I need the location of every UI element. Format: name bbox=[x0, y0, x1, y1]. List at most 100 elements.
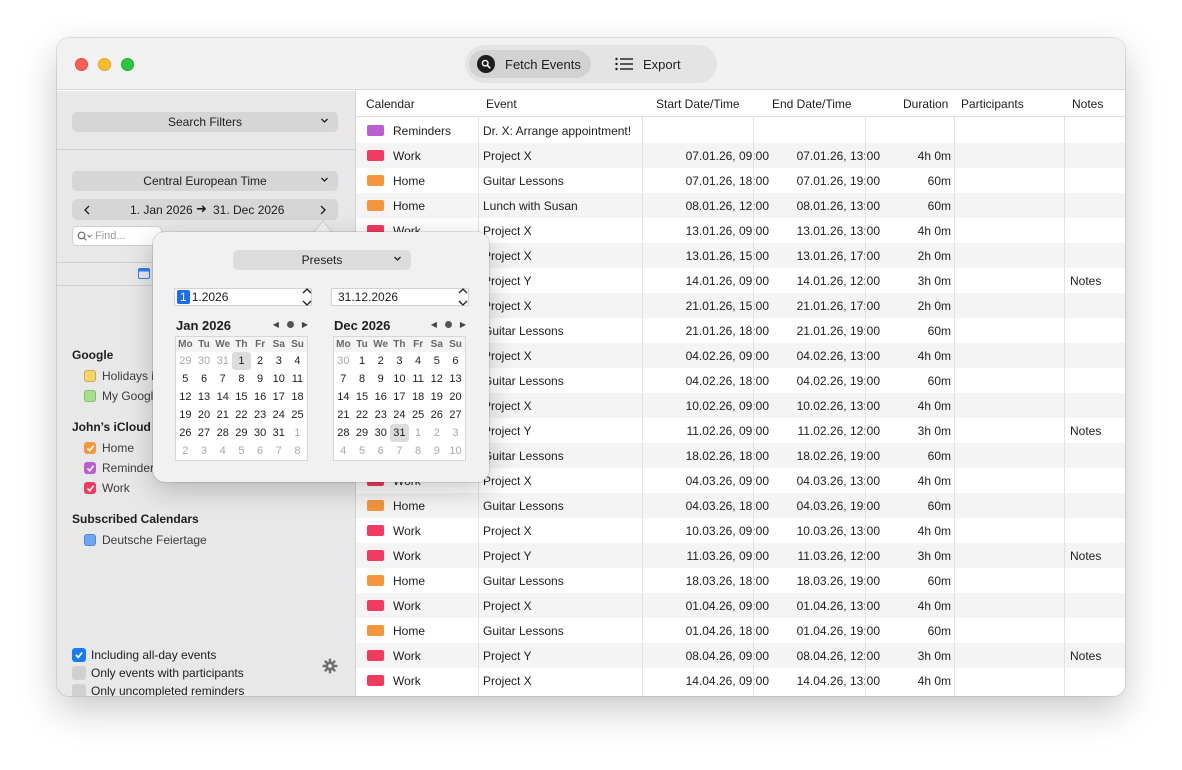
day-cell[interactable]: 6 bbox=[446, 352, 465, 370]
option-checkbox[interactable] bbox=[72, 684, 86, 696]
day-cell[interactable]: 30 bbox=[371, 424, 390, 442]
option-row[interactable]: Only events with participants bbox=[72, 664, 342, 682]
day-cell[interactable]: 4 bbox=[334, 442, 353, 460]
day-cell[interactable]: 5 bbox=[427, 352, 446, 370]
day-cell[interactable]: 7 bbox=[269, 442, 288, 460]
option-row[interactable]: Only uncompleted reminders bbox=[72, 682, 342, 696]
day-cell[interactable]: 22 bbox=[232, 406, 251, 424]
table-row[interactable]: Home Guitar Lessons 01.04.26, 18:00 01.04.2… bbox=[356, 618, 1125, 643]
today-dot-icon[interactable] bbox=[444, 321, 452, 328]
day-cell[interactable]: 5 bbox=[176, 370, 195, 388]
table-row[interactable]: Home Guitar Lessons 07.01.26, 18:00 07.01.2… bbox=[356, 168, 1125, 193]
column-header-participants[interactable]: Participants bbox=[961, 97, 1024, 111]
stepper-down-icon[interactable] bbox=[458, 300, 468, 307]
today-dot-icon[interactable] bbox=[286, 321, 294, 328]
day-cell[interactable]: 1 bbox=[353, 352, 372, 370]
day-cell[interactable]: 30 bbox=[334, 352, 353, 370]
timezone-popup[interactable]: Central European Time bbox=[72, 171, 338, 191]
day-cell[interactable]: 2 bbox=[371, 352, 390, 370]
day-cell[interactable]: 12 bbox=[176, 388, 195, 406]
column-header-notes[interactable]: Notes bbox=[1072, 97, 1103, 111]
day-cell[interactable]: 28 bbox=[213, 424, 232, 442]
day-cell[interactable]: 23 bbox=[371, 406, 390, 424]
day-cell[interactable]: 11 bbox=[288, 370, 307, 388]
day-cell[interactable]: 10 bbox=[446, 442, 465, 460]
day-cell[interactable]: 13 bbox=[446, 370, 465, 388]
day-cell[interactable]: 30 bbox=[251, 424, 270, 442]
close-window-button[interactable] bbox=[75, 58, 88, 71]
table-row[interactable]: Work Project X 10.03.26, 09:00 10.03.26, 13… bbox=[356, 518, 1125, 543]
day-cell[interactable]: 5 bbox=[232, 442, 251, 460]
day-cell[interactable]: 6 bbox=[251, 442, 270, 460]
day-cell[interactable]: 15 bbox=[232, 388, 251, 406]
day-cell[interactable]: 5 bbox=[353, 442, 372, 460]
selected-day[interactable]: 1 bbox=[232, 352, 251, 370]
day-cell[interactable]: 16 bbox=[371, 388, 390, 406]
day-cell[interactable]: 25 bbox=[409, 406, 428, 424]
day-cell[interactable]: 8 bbox=[409, 442, 428, 460]
find-input[interactable] bbox=[95, 230, 155, 242]
day-cell[interactable]: 15 bbox=[353, 388, 372, 406]
day-cell[interactable]: 17 bbox=[390, 388, 409, 406]
day-cell[interactable]: 12 bbox=[427, 370, 446, 388]
presets-popup[interactable]: Presets bbox=[233, 250, 411, 270]
day-cell[interactable]: 21 bbox=[213, 406, 232, 424]
day-cell[interactable]: 24 bbox=[390, 406, 409, 424]
day-cell[interactable]: 10 bbox=[390, 370, 409, 388]
day-cell[interactable]: 3 bbox=[269, 352, 288, 370]
day-cell[interactable]: 8 bbox=[353, 370, 372, 388]
day-cell[interactable]: 7 bbox=[334, 370, 353, 388]
day-cell[interactable]: 29 bbox=[232, 424, 251, 442]
export-button[interactable]: Export bbox=[607, 50, 711, 78]
table-row[interactable]: Work Project X 01.04.26, 09:00 01.04.26, 13… bbox=[356, 593, 1125, 618]
day-cell[interactable]: 20 bbox=[195, 406, 214, 424]
calendar-color-checkbox[interactable] bbox=[84, 370, 96, 382]
day-cell[interactable]: 2 bbox=[251, 352, 270, 370]
calendar-color-checkbox[interactable] bbox=[84, 534, 96, 546]
day-cell[interactable]: 27 bbox=[446, 406, 465, 424]
previous-range-button[interactable] bbox=[72, 199, 102, 220]
stepper-up-icon[interactable] bbox=[458, 287, 468, 294]
next-month-icon[interactable]: ▶ bbox=[460, 320, 466, 329]
day-cell[interactable]: 30 bbox=[195, 352, 214, 370]
day-cell[interactable]: 26 bbox=[427, 406, 446, 424]
day-cell[interactable]: 26 bbox=[176, 424, 195, 442]
end-date-stepper[interactable] bbox=[456, 287, 470, 307]
day-cell[interactable]: 28 bbox=[334, 424, 353, 442]
day-cell[interactable]: 8 bbox=[288, 442, 307, 460]
day-cell[interactable]: 24 bbox=[269, 406, 288, 424]
day-cell[interactable]: 17 bbox=[269, 388, 288, 406]
table-row[interactable]: Reminders Dr. X: Arrange appointment! bbox=[356, 118, 1125, 143]
day-cell[interactable]: 3 bbox=[195, 442, 214, 460]
table-row[interactable]: Home Guitar Lessons 04.03.26, 18:00 04.03.2… bbox=[356, 493, 1125, 518]
day-cell[interactable]: 7 bbox=[213, 370, 232, 388]
fetch-events-button[interactable]: Fetch Events bbox=[469, 50, 591, 78]
table-row[interactable]: Work Project Y 08.04.26, 09:00 08.04.26, 12… bbox=[356, 643, 1125, 668]
date-range-control[interactable]: 1. Jan 2026 ➜ 31. Dec 2026 bbox=[72, 199, 338, 220]
previous-month-icon[interactable]: ◀ bbox=[431, 320, 437, 329]
day-cell[interactable]: 11 bbox=[409, 370, 428, 388]
column-header-duration[interactable]: Duration bbox=[903, 97, 948, 111]
day-cell[interactable]: 4 bbox=[213, 442, 232, 460]
day-cell[interactable]: 1 bbox=[409, 424, 428, 442]
column-header-calendar[interactable]: Calendar bbox=[366, 97, 415, 111]
day-cell[interactable]: 23 bbox=[251, 406, 270, 424]
option-row[interactable]: Including all-day events bbox=[72, 646, 342, 664]
find-field[interactable] bbox=[72, 226, 162, 246]
day-cell[interactable]: 3 bbox=[446, 424, 465, 442]
calendar-color-checkbox[interactable] bbox=[84, 462, 96, 474]
search-filters-popup[interactable]: Search Filters bbox=[72, 112, 338, 132]
calendar-tab-icon[interactable] bbox=[138, 267, 150, 282]
option-checkbox[interactable] bbox=[72, 666, 86, 680]
day-cell[interactable]: 4 bbox=[409, 352, 428, 370]
gear-icon[interactable] bbox=[322, 658, 338, 677]
day-cell[interactable]: 9 bbox=[371, 370, 390, 388]
day-cell[interactable]: 9 bbox=[427, 442, 446, 460]
day-cell[interactable]: 16 bbox=[251, 388, 270, 406]
next-range-button[interactable] bbox=[308, 199, 338, 220]
start-date-field[interactable]: 1 1.2026 bbox=[174, 288, 312, 306]
table-row[interactable]: Work Project X 14.04.26, 09:00 14.04.26, 13… bbox=[356, 668, 1125, 693]
calendar-item[interactable]: Deutsche Feiertage bbox=[72, 530, 342, 550]
day-cell[interactable]: 22 bbox=[353, 406, 372, 424]
next-month-icon[interactable]: ▶ bbox=[302, 320, 308, 329]
